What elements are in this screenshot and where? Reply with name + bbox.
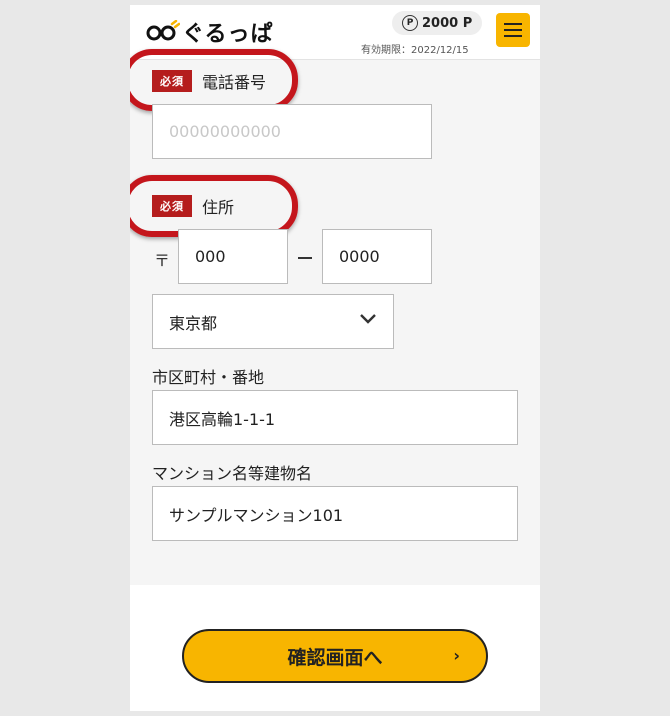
phone-input[interactable]: 00000000000 bbox=[152, 104, 432, 159]
postal-code-first-value: 000 bbox=[195, 247, 226, 266]
address-label-highlight bbox=[130, 175, 298, 237]
prefecture-value: 東京都 bbox=[169, 313, 218, 333]
menu-line bbox=[504, 23, 522, 25]
phone-label-highlight bbox=[130, 49, 298, 111]
form-footer: 確認画面へ › bbox=[130, 585, 540, 711]
points-expiry: 有効期限：2022/12/15 bbox=[361, 45, 469, 56]
menu-line bbox=[504, 29, 522, 31]
phone-placeholder: 00000000000 bbox=[169, 122, 281, 141]
points-badge: P 2000 P bbox=[392, 11, 483, 35]
building-label: マンション名等建物名 bbox=[152, 464, 313, 483]
postal-code-second-value: 0000 bbox=[339, 247, 380, 266]
chevron-down-icon bbox=[360, 314, 376, 324]
postal-dash bbox=[298, 257, 312, 259]
logo-text: ぐるっぱ bbox=[182, 22, 274, 47]
postal-mark-icon: 〒 bbox=[154, 251, 171, 270]
prefecture-select[interactable]: 東京都 bbox=[152, 294, 394, 349]
chevron-right-icon: › bbox=[453, 646, 460, 665]
phone-screen: ぐるっぱ P 2000 P 有効期限：2022/12/15 必須 電話番号 00… bbox=[130, 5, 540, 711]
logo-mark-icon bbox=[146, 20, 180, 41]
confirm-button[interactable]: 確認画面へ › bbox=[182, 629, 488, 683]
city-input[interactable]: 港区高輪1-1-1 bbox=[152, 390, 518, 445]
confirm-button-label: 確認画面へ bbox=[287, 646, 383, 669]
postal-code-first-input[interactable]: 000 bbox=[178, 229, 288, 284]
app-logo[interactable]: ぐるっぱ bbox=[146, 14, 274, 50]
city-value: 港区高輪1-1-1 bbox=[169, 409, 276, 429]
building-input[interactable]: サンプルマンション101 bbox=[152, 486, 518, 541]
points-value: 2000 P bbox=[422, 15, 473, 31]
building-value: サンプルマンション101 bbox=[169, 505, 344, 525]
postal-code-second-input[interactable]: 0000 bbox=[322, 229, 432, 284]
menu-line bbox=[504, 35, 522, 37]
city-label: 市区町村・番地 bbox=[152, 368, 265, 387]
point-icon: P bbox=[402, 15, 418, 31]
hamburger-menu-button[interactable] bbox=[496, 13, 530, 47]
